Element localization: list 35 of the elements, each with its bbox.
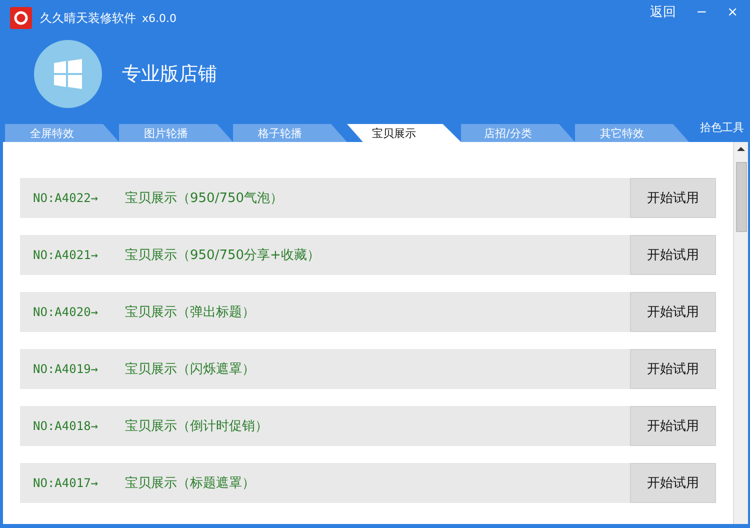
- edition-title: 专业版店铺: [122, 62, 217, 87]
- try-button[interactable]: 开始试用: [630, 349, 716, 389]
- try-button[interactable]: 开始试用: [630, 178, 716, 218]
- app-logo-icon: [10, 7, 32, 29]
- version-label: x6.0.0: [142, 12, 176, 24]
- windows-logo-icon: [34, 40, 102, 108]
- try-button[interactable]: 开始试用: [630, 406, 716, 446]
- tab[interactable]: 店招/分类: [461, 124, 575, 142]
- tab[interactable]: 图片轮播: [119, 124, 233, 142]
- color-picker-link[interactable]: 拾色工具: [700, 120, 744, 135]
- tab[interactable]: 格子轮播: [233, 124, 347, 142]
- scroll-thumb[interactable]: [736, 162, 746, 232]
- app-title: 久久晴天装修软件: [40, 10, 136, 26]
- effect-code: NO:A4018→: [33, 419, 100, 433]
- effect-title: 宝贝展示（倒计时促销）: [125, 418, 269, 435]
- scrollbar[interactable]: [733, 142, 748, 524]
- effect-code: NO:A4020→: [33, 305, 100, 319]
- try-button[interactable]: 开始试用: [630, 292, 716, 332]
- window-control-button[interactable]: −: [690, 4, 714, 20]
- window-control-button[interactable]: ×: [721, 4, 744, 20]
- effect-title: 宝贝展示（950/750气泡）: [125, 190, 284, 207]
- effect-title: 宝贝展示（950/750分享+收藏）: [125, 247, 321, 264]
- tab[interactable]: 宝贝展示: [347, 124, 461, 142]
- effect-title: 宝贝展示（闪烁遮罩）: [125, 361, 256, 378]
- tab[interactable]: 全屏特效: [5, 124, 119, 142]
- window-control-button[interactable]: 返回: [644, 3, 682, 21]
- effect-code: NO:A4021→: [33, 248, 100, 262]
- effect-title: 宝贝展示（标题遮罩）: [125, 475, 256, 492]
- effect-title: 宝贝展示（弹出标题）: [125, 304, 256, 321]
- effect-code: NO:A4017→: [33, 476, 100, 490]
- try-button[interactable]: 开始试用: [630, 463, 716, 503]
- tab[interactable]: 其它特效: [575, 124, 689, 142]
- effect-code: NO:A4022→: [33, 191, 100, 205]
- try-button[interactable]: 开始试用: [630, 235, 716, 275]
- effect-code: NO:A4019→: [33, 362, 100, 376]
